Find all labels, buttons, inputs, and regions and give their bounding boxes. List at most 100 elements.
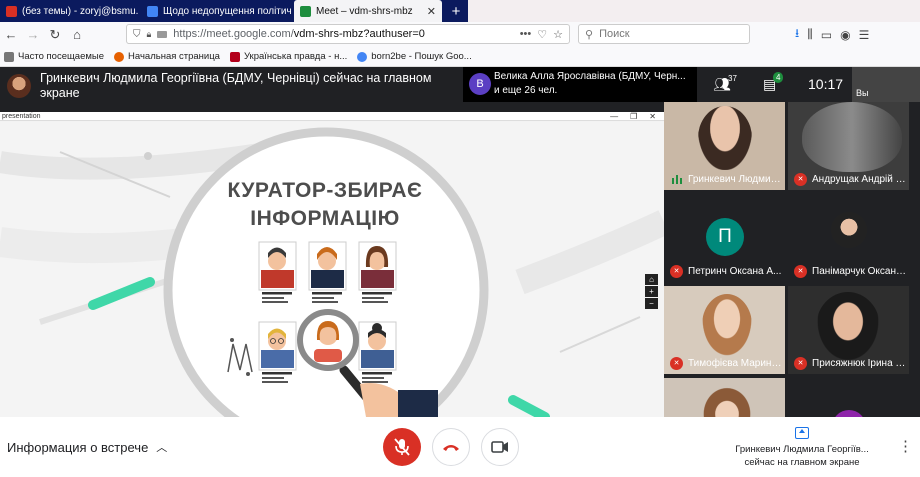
browser-tab-meet[interactable]: Meet – vdm-shrs-mbz ✕ (294, 0, 442, 22)
search-icon: ⚲ (585, 28, 594, 41)
camera-icon (491, 441, 508, 453)
new-tab-button[interactable]: + (446, 0, 466, 22)
mic-off-icon (394, 438, 410, 456)
forward-arrow-icon[interactable]: → (22, 24, 44, 46)
account-icon[interactable]: ◉ (840, 28, 850, 42)
browser-toolbar-right: ⭳ ⫼ ▭ ◉ ☰ (795, 22, 869, 47)
profile-card (308, 241, 347, 303)
meeting-info-label: Информация о встрече (7, 439, 149, 455)
page-actions-icon[interactable]: ••• (520, 28, 532, 40)
people-count: 37 (728, 74, 737, 83)
address-bar[interactable]: ⛉ 🔒︎ https://meet.google.com/vdm-shrs-mb… (126, 24, 570, 44)
presentation-titlebar: presentation — ❐ ✕ (0, 112, 664, 121)
leave-call-button[interactable] (432, 428, 470, 466)
zoom-in-button[interactable]: + (645, 286, 658, 297)
participant-name: Гринкевич Людмил... (688, 174, 784, 185)
browser-tab-strip: (без темы) - zoryj@bsmu.edu.ua ✕ Щодо не… (0, 0, 920, 22)
mic-toggle-button[interactable] (383, 428, 421, 466)
back-arrow-icon[interactable]: ← (0, 24, 22, 46)
presenter-title: Гринкевич Людмила Георгіївна (БДМУ, Черн… (40, 71, 432, 100)
sidebar-icon[interactable]: ▭ (821, 28, 832, 42)
participant-tile[interactable] (664, 378, 785, 417)
browser-tab-doc[interactable]: Щодо недопущення політичн ✕ (141, 0, 291, 22)
mic-off-icon: ✕ (794, 173, 807, 186)
tab-label: Meet – vdm-shrs-mbz (316, 5, 413, 17)
tab-strip-empty-area (468, 0, 920, 22)
menu-icon[interactable]: ☰ (859, 28, 870, 42)
profile-card (358, 321, 397, 383)
profile-cards-illustration (258, 241, 438, 417)
clock-time: 10:17 (808, 76, 844, 92)
mic-off-icon: ✕ (670, 357, 683, 370)
participant-name: Петринч Оксана А... (688, 266, 782, 277)
participant-name: Тимофієва Марина ... (688, 358, 784, 369)
present-screen-icon (795, 427, 809, 439)
participant-video (700, 384, 754, 417)
profile-card (358, 241, 397, 303)
participant-tile[interactable]: ✕ Присяжнюк Ірина В... (788, 286, 909, 374)
presentation-status-button[interactable]: Гринкевич Людмила Георгіїв... сейчас на … (726, 427, 878, 469)
join-avatar: В (469, 73, 491, 95)
bookmark-item[interactable]: born2be - Пошук Goo... (357, 51, 472, 62)
participant-tile[interactable]: П ✕ Петринч Оксана А... (664, 194, 785, 282)
browser-tab-mail[interactable]: (без темы) - zoryj@bsmu.edu.ua ✕ (0, 0, 138, 22)
speaking-indicator-icon (672, 175, 682, 184)
home-icon[interactable]: ⌂ (66, 24, 88, 46)
participant-name: Присяжнюк Ірина В... (812, 358, 908, 369)
gear-icon (4, 51, 14, 62)
participant-name: Андрущак Андрій В... (812, 174, 908, 185)
close-icon[interactable]: ✕ (649, 112, 656, 121)
join-name: Велика Алла Ярославівна (БДМУ, Черн... (494, 71, 686, 82)
lock-icon[interactable]: 🔒︎ (147, 29, 152, 40)
zoom-home-button[interactable]: ⌂ (645, 274, 658, 285)
profile-card (258, 321, 297, 383)
participant-tile[interactable] (788, 378, 909, 417)
download-icon[interactable]: ⭳ (795, 24, 799, 45)
mic-off-icon: ✕ (794, 265, 807, 278)
present-label-line1: Гринкевич Людмила Георгіїв... (735, 444, 869, 455)
bookmark-item[interactable]: Часто посещаемые (4, 51, 104, 62)
camera-permission-icon[interactable] (157, 30, 168, 38)
minimize-icon[interactable]: — (610, 112, 618, 121)
library-icon[interactable]: ⫼ (807, 27, 813, 42)
url-text[interactable]: https://meet.google.com/vdm-shrs-mbz?aut… (173, 28, 513, 40)
join-notification-text: Велика Алла Ярославівна (БДМУ, Черн... и… (494, 70, 694, 98)
participant-tile[interactable]: ✕ Панімарчук Оксана ... (788, 194, 909, 282)
shield-icon[interactable]: ⛉ (133, 29, 141, 40)
zoom-controls: ⌂ + − (645, 274, 658, 309)
url-prefix: https://meet.google.com/ (173, 28, 294, 40)
pocket-icon[interactable]: ♡ (537, 28, 547, 41)
bookmark-label: Часто посещаемые (18, 51, 105, 62)
zoom-out-button[interactable]: − (645, 298, 658, 309)
participant-tile[interactable]: Гринкевич Людмил... (664, 102, 785, 190)
camera-toggle-button[interactable] (481, 428, 519, 466)
bookmark-star-icon[interactable]: ☆ (553, 28, 563, 41)
self-label: Вы (856, 88, 869, 98)
tab-label: Щодо недопущення політичн (163, 5, 291, 17)
participant-video (702, 294, 752, 356)
join-more: и еще 26 чел. (494, 85, 558, 96)
search-placeholder: Поиск (599, 28, 630, 40)
presentation-window-title: presentation (2, 113, 41, 120)
bookmark-label: born2be - Пошук Goo... (371, 51, 472, 62)
window-controls: — ❐ ✕ (610, 112, 656, 121)
bookmark-item[interactable]: Начальная страница (114, 51, 220, 62)
bookmark-item[interactable]: Українська правда - н... (229, 51, 348, 62)
search-input[interactable]: ⚲ Поиск (578, 24, 750, 44)
mic-off-icon: ✕ (794, 357, 807, 370)
reload-icon[interactable]: ↻ (44, 24, 66, 46)
google-icon (357, 51, 368, 62)
participant-avatar (832, 410, 866, 417)
close-tab-icon[interactable]: ✕ (427, 5, 436, 18)
more-options-icon[interactable]: ⋮ (898, 437, 913, 455)
participant-tile[interactable]: ✕ Тимофієва Марина ... (664, 286, 785, 374)
self-view-tile[interactable]: Вы (852, 67, 920, 102)
restore-icon[interactable]: ❐ (630, 112, 637, 121)
participant-photo-avatar (831, 212, 867, 248)
join-notification[interactable]: В Велика Алла Ярославівна (БДМУ, Черн...… (463, 67, 697, 102)
bookmark-label: Начальная страница (128, 51, 220, 62)
meeting-info-button[interactable]: Информация о встрече ︿ (7, 439, 167, 455)
present-label-line2: сейчас на главном экране (744, 457, 860, 468)
participant-tile[interactable]: ✕ Андрущак Андрій В... (788, 102, 909, 190)
bookmark-label: Українська правда - н... (243, 51, 348, 62)
